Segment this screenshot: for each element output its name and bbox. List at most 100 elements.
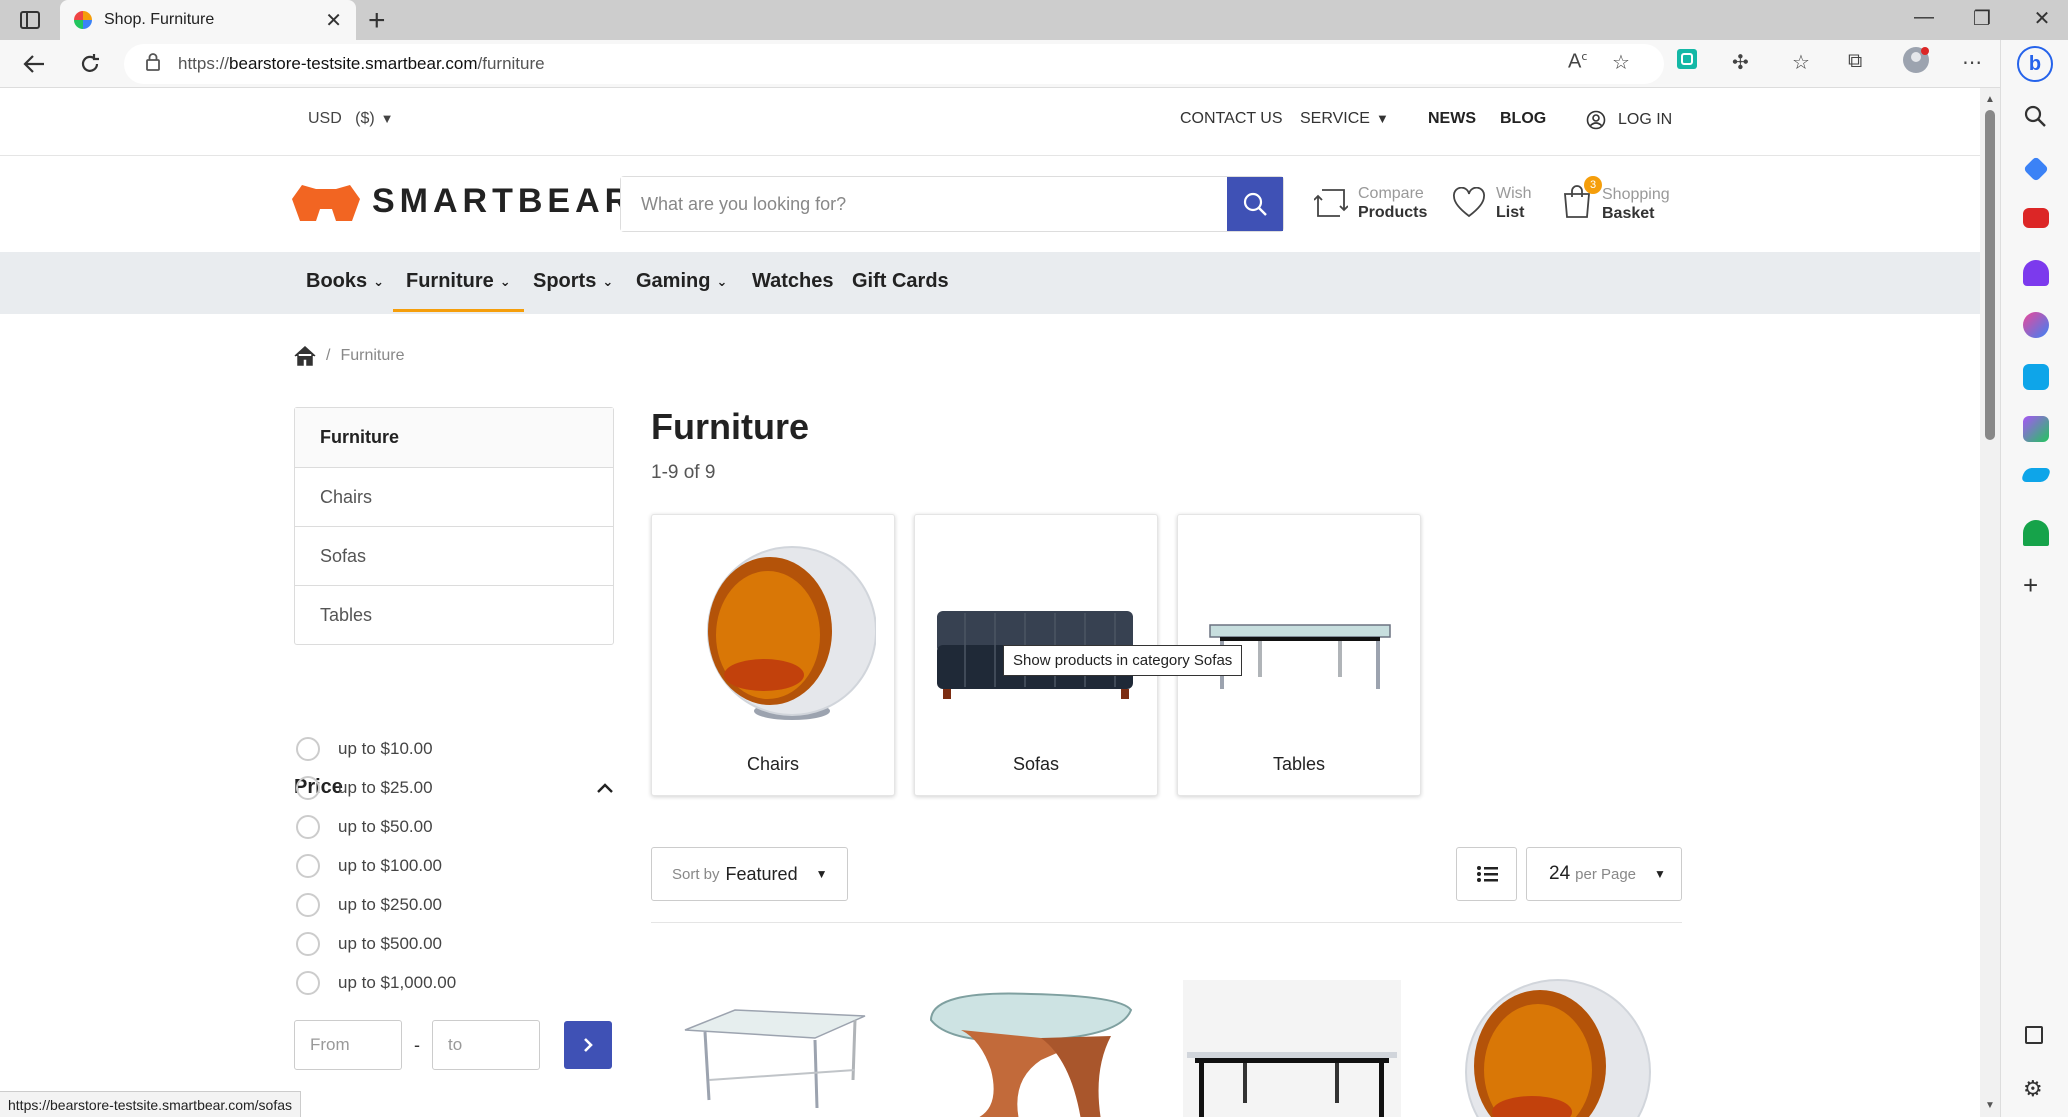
product-card-1[interactable] <box>665 980 883 1117</box>
search-button[interactable] <box>1227 177 1283 231</box>
outlook-icon[interactable] <box>2023 364 2049 390</box>
tree-icon[interactable] <box>2023 520 2049 546</box>
collections-icon[interactable]: ⧉ <box>1848 50 1862 73</box>
price-option[interactable]: up to $1,000.00 <box>296 971 456 995</box>
favorites-icon[interactable]: ☆ <box>1792 50 1810 75</box>
browser-tab-bar: Shop. Furniture ✕ + — ❐ ✕ <box>0 0 2068 40</box>
scroll-up-icon[interactable]: ▲ <box>1985 94 1995 105</box>
breadcrumb-current[interactable]: Furniture <box>340 347 404 365</box>
search-sidebar-icon[interactable] <box>2023 104 2049 130</box>
scrollbar-thumb[interactable] <box>1985 110 1995 440</box>
chevron-up-icon[interactable] <box>596 782 614 794</box>
radio-button[interactable] <box>296 854 320 878</box>
price-from-input[interactable]: From <box>294 1020 402 1070</box>
url-field[interactable]: https://bearstore-testsite.smartbear.com… <box>124 44 1664 84</box>
copilot-m365-icon[interactable] <box>2023 312 2049 338</box>
tools-briefcase-icon[interactable] <box>2023 208 2049 228</box>
product-card-4[interactable] <box>1440 962 1658 1117</box>
sort-dropdown[interactable]: Sort by Featured ▼ <box>651 847 848 901</box>
price-option-label: up to $1,000.00 <box>338 973 457 992</box>
nav-sports[interactable]: Sports ⌄ <box>533 270 613 293</box>
per-page-value: 24 <box>1549 863 1571 884</box>
price-to-input[interactable]: to <box>432 1020 540 1070</box>
hide-sidebar-icon[interactable] <box>2025 1026 2043 1044</box>
tab-actions-icon[interactable] <box>14 8 46 32</box>
settings-gear-icon[interactable]: ⚙ <box>2023 1076 2043 1102</box>
per-page-dropdown[interactable]: 24 per Page ▼ <box>1526 847 1682 901</box>
sofa-image <box>937 611 1133 699</box>
price-apply-button[interactable] <box>564 1021 612 1069</box>
window-close-icon[interactable]: ✕ <box>2022 6 2062 31</box>
price-option[interactable]: up to $250.00 <box>296 893 442 917</box>
price-option[interactable]: up to $10.00 <box>296 737 433 761</box>
price-option[interactable]: up to $100.00 <box>296 854 442 878</box>
product-card-2[interactable] <box>921 980 1139 1117</box>
price-option[interactable]: up to $50.00 <box>296 815 433 839</box>
refresh-icon[interactable] <box>74 48 106 80</box>
sidebar-item-sofas[interactable]: Sofas <box>295 526 613 585</box>
contact-us-link[interactable]: CONTACT US <box>1180 110 1283 128</box>
new-tab-icon[interactable]: + <box>368 4 386 38</box>
nav-furniture-label: Furniture <box>406 270 494 292</box>
list-view-button[interactable] <box>1456 847 1517 901</box>
compare-products-link[interactable]: Compare Products <box>1314 184 1427 222</box>
nav-watches[interactable]: Watches <box>752 270 834 293</box>
radio-button[interactable] <box>296 932 320 956</box>
price-option-label: up to $25.00 <box>338 778 433 797</box>
read-aloud-icon[interactable]: Aⅽ <box>1568 50 1587 74</box>
shopping-basket-link[interactable]: 3 Shopping Basket <box>1562 176 1670 223</box>
wish-label-top: Wish <box>1496 185 1532 202</box>
minimize-icon[interactable]: — <box>1904 6 1944 29</box>
site-favicon-icon <box>74 11 92 29</box>
back-icon[interactable] <box>18 48 50 80</box>
sidebar-item-furniture[interactable]: Furniture <box>295 408 613 467</box>
radio-button[interactable] <box>296 737 320 761</box>
wish-list-link[interactable]: Wish List <box>1452 184 1532 222</box>
more-options-icon[interactable]: ⋯ <box>1962 50 1982 75</box>
currency-label: USD ($) <box>308 110 375 127</box>
category-card-chairs[interactable]: Chairs <box>651 514 895 796</box>
glass-table-image <box>1209 624 1391 689</box>
scroll-down-icon[interactable]: ▼ <box>1985 1100 1995 1111</box>
extensions-icon[interactable]: ✣ <box>1732 50 1749 75</box>
shopping-tag-icon[interactable] <box>2023 156 2049 182</box>
service-menu[interactable]: SERVICE ▼ <box>1300 110 1389 128</box>
sidebar-item-tables[interactable]: Tables <box>295 585 613 644</box>
bing-copilot-icon[interactable]: b <box>2017 46 2053 82</box>
price-option[interactable]: up to $25.00 <box>296 776 433 800</box>
add-favorite-icon[interactable]: ☆ <box>1612 50 1630 75</box>
login-link[interactable]: LOG IN <box>1586 110 1672 130</box>
extension-app-icon[interactable] <box>1676 48 1698 76</box>
designer-icon[interactable] <box>2023 416 2049 442</box>
browser-tab[interactable]: Shop. Furniture ✕ <box>60 0 356 40</box>
toolbar-divider <box>651 922 1682 923</box>
currency-selector[interactable]: USD ($) ▼ <box>308 110 394 128</box>
send-icon[interactable] <box>2020 468 2052 482</box>
restore-icon[interactable]: ❐ <box>1962 6 2002 31</box>
product-card-3[interactable] <box>1183 980 1401 1117</box>
basket-count-badge: 3 <box>1584 176 1602 194</box>
nav-gaming[interactable]: Gaming ⌄ <box>636 270 727 293</box>
news-link[interactable]: NEWS <box>1428 110 1476 128</box>
chevron-down-icon: ⌄ <box>373 273 385 289</box>
blog-link[interactable]: BLOG <box>1500 110 1546 128</box>
nav-furniture[interactable]: Furniture ⌄ <box>393 270 524 312</box>
search-input[interactable] <box>621 177 1227 231</box>
price-option[interactable]: up to $500.00 <box>296 932 442 956</box>
nav-books[interactable]: Books ⌄ <box>306 270 384 293</box>
radio-button[interactable] <box>296 893 320 917</box>
add-sidebar-icon[interactable]: + <box>2023 570 2038 601</box>
radio-button[interactable] <box>296 776 320 800</box>
tab-close-icon[interactable]: ✕ <box>325 8 342 33</box>
page-scrollbar[interactable]: ▲ ▼ <box>1980 88 2000 1117</box>
games-icon[interactable] <box>2023 260 2049 286</box>
sidebar-item-chairs[interactable]: Chairs <box>295 467 613 526</box>
login-label: LOG IN <box>1618 111 1673 128</box>
home-icon[interactable] <box>294 346 316 366</box>
smartbear-logo[interactable]: SMARTBEAR <box>292 182 634 221</box>
lock-icon <box>146 52 160 76</box>
radio-button[interactable] <box>296 971 320 995</box>
nav-gift-cards[interactable]: Gift Cards <box>852 270 949 293</box>
profile-avatar-icon[interactable] <box>1902 46 1930 80</box>
radio-button[interactable] <box>296 815 320 839</box>
